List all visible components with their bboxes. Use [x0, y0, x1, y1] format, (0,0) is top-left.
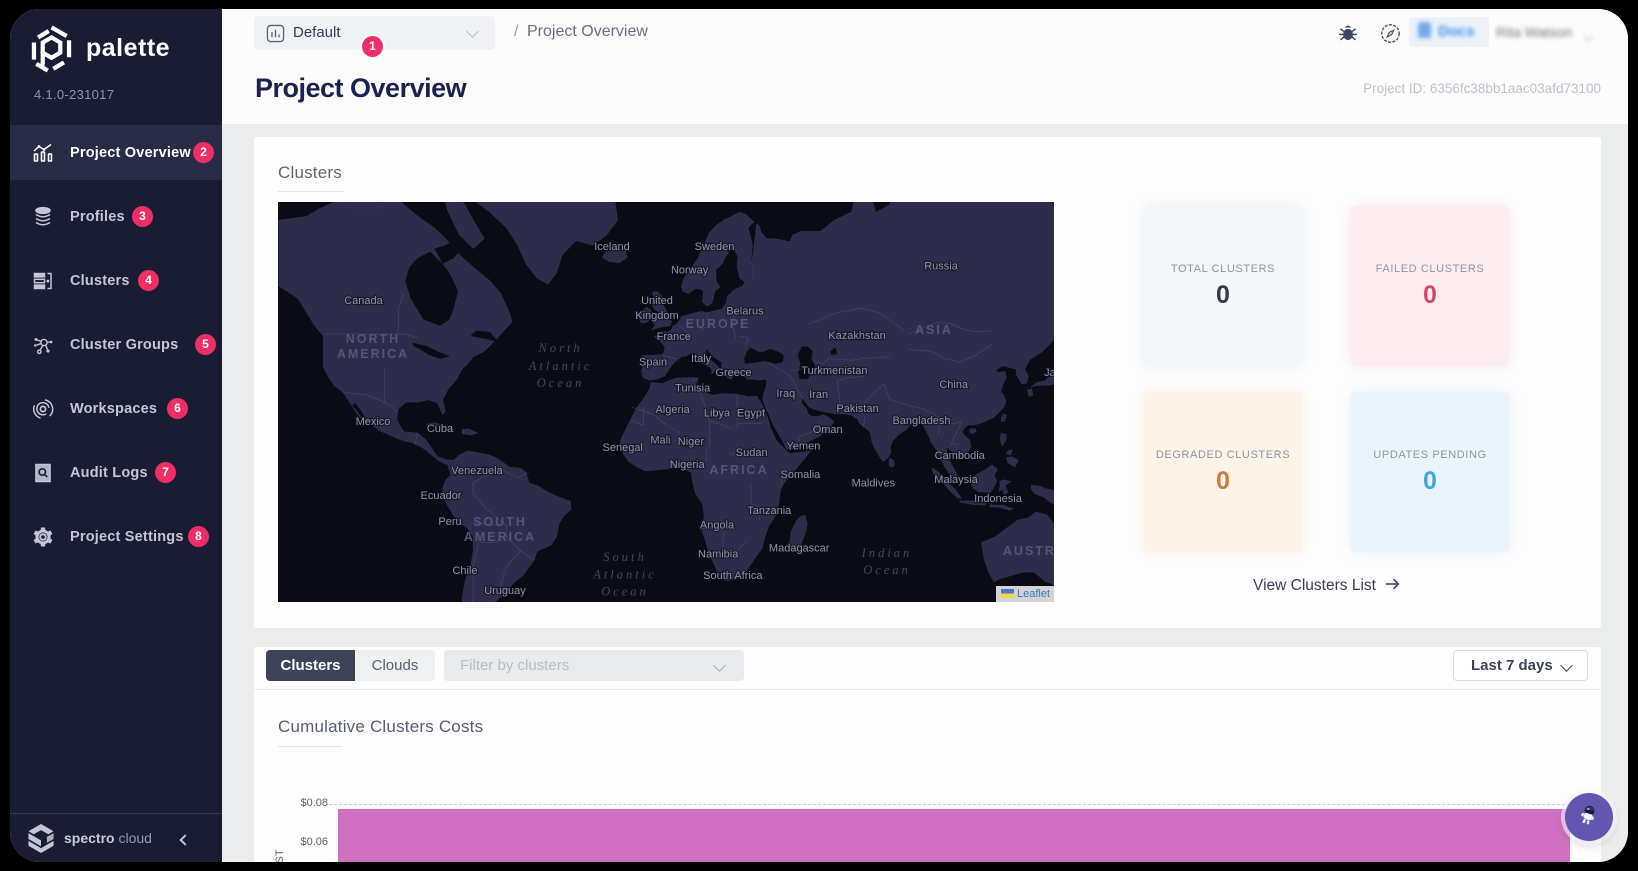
svg-text:Peru: Peru — [438, 516, 461, 528]
svg-text:AUSTRALIA: AUSTRALIA — [1003, 544, 1054, 558]
svg-text:Nigeria: Nigeria — [670, 459, 706, 471]
svg-text:Algeria: Algeria — [655, 404, 690, 416]
svg-text:Egypt: Egypt — [737, 408, 765, 420]
svg-text:Spain: Spain — [639, 357, 667, 369]
svg-text:Ocean: Ocean — [601, 585, 649, 599]
svg-text:Malaysia: Malaysia — [934, 474, 978, 486]
svg-text:AMERICA: AMERICA — [337, 347, 409, 361]
svg-text:Bangladesh: Bangladesh — [892, 415, 950, 427]
svg-text:Kazakhstan: Kazakhstan — [828, 330, 885, 342]
svg-text:Italy: Italy — [691, 353, 712, 365]
svg-text:Cambodia: Cambodia — [935, 450, 986, 462]
svg-text:Yemen: Yemen — [786, 441, 820, 453]
svg-text:Uruguay: Uruguay — [484, 585, 526, 597]
svg-text:Greece: Greece — [715, 367, 751, 379]
svg-text:Senegal: Senegal — [603, 442, 643, 454]
svg-text:Maldives: Maldives — [852, 478, 896, 490]
svg-text:Cuba: Cuba — [427, 423, 454, 435]
svg-text:Sudan: Sudan — [736, 447, 768, 459]
svg-text:South: South — [603, 550, 646, 564]
svg-text:Norway: Norway — [671, 265, 709, 277]
svg-text:Chile: Chile — [452, 565, 477, 577]
svg-text:SOUTH: SOUTH — [473, 515, 527, 529]
svg-text:Turkmenistan: Turkmenistan — [801, 365, 867, 377]
svg-text:North: North — [538, 341, 583, 355]
svg-text:Indian: Indian — [861, 546, 913, 560]
svg-text:Mexico: Mexico — [356, 416, 391, 428]
svg-text:Sweden: Sweden — [695, 241, 735, 253]
svg-text:United: United — [641, 295, 673, 307]
svg-text:Libya: Libya — [704, 408, 731, 420]
svg-text:Oman: Oman — [813, 424, 843, 436]
svg-text:Somalia: Somalia — [781, 469, 822, 481]
svg-text:Indonesia: Indonesia — [974, 493, 1023, 505]
svg-text:Pakistan: Pakistan — [836, 403, 878, 415]
svg-text:Niger: Niger — [678, 436, 705, 448]
svg-text:Iceland: Iceland — [594, 241, 629, 253]
svg-text:Madagascar: Madagascar — [769, 543, 830, 555]
svg-text:Tunisia: Tunisia — [675, 383, 711, 395]
svg-text:Iraq: Iraq — [776, 388, 795, 400]
svg-text:Atlantic: Atlantic — [528, 359, 593, 373]
svg-text:Belarus: Belarus — [726, 306, 764, 318]
svg-text:China: China — [939, 379, 969, 391]
svg-text:Japa: Japa — [1044, 367, 1054, 379]
svg-text:Atlantic: Atlantic — [592, 568, 657, 582]
svg-text:AFRICA: AFRICA — [709, 463, 768, 477]
svg-text:ASIA: ASIA — [915, 323, 953, 337]
svg-text:Kingdom: Kingdom — [635, 310, 678, 322]
svg-text:South Africa: South Africa — [703, 570, 763, 582]
svg-text:NORTH: NORTH — [346, 332, 400, 346]
svg-text:Russia: Russia — [924, 261, 959, 273]
svg-text:Angola: Angola — [700, 520, 735, 532]
svg-text:Venezuela: Venezuela — [451, 465, 503, 477]
svg-text:Iran: Iran — [809, 389, 828, 401]
svg-text:Mali: Mali — [650, 435, 670, 447]
svg-text:Ocean: Ocean — [863, 563, 911, 577]
svg-text:Ecuador: Ecuador — [421, 490, 462, 502]
svg-text:EUROPE: EUROPE — [686, 317, 751, 331]
svg-text:Tanzania: Tanzania — [747, 505, 792, 517]
svg-text:France: France — [657, 331, 691, 343]
svg-text:Ocean: Ocean — [537, 376, 585, 390]
svg-text:Canada: Canada — [344, 295, 383, 307]
svg-text:AMERICA: AMERICA — [464, 530, 536, 544]
svg-text:Namibia: Namibia — [698, 549, 739, 561]
